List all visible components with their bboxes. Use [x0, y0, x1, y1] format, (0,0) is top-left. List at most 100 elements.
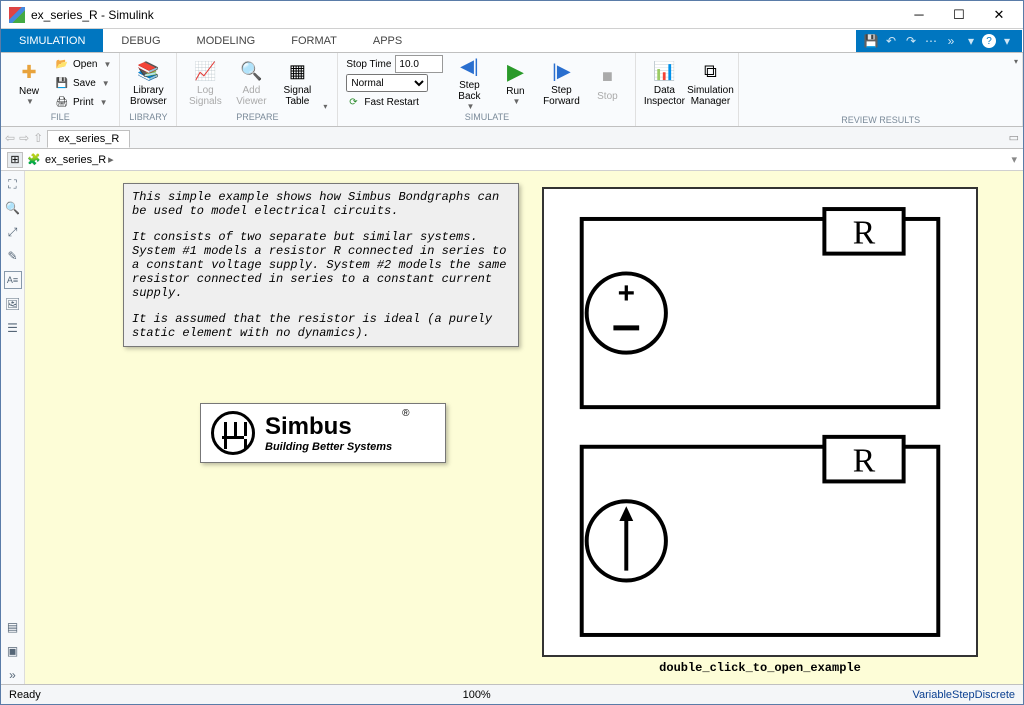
- run-button[interactable]: ▶ Run ▼: [493, 55, 537, 111]
- stop-icon: ■: [595, 65, 619, 89]
- group-review: 📊 Data Inspector ⧉ Simulation Manager .: [636, 53, 739, 126]
- hide-explorer-icon[interactable]: ⊞: [7, 152, 23, 168]
- diagram-caption: double_click_to_open_example: [542, 661, 978, 675]
- annotation-p1: This simple example shows how Simbus Bon…: [132, 190, 510, 218]
- status-bar: Ready 100% VariableStepDiscrete: [1, 684, 1023, 704]
- group-file: ✚ New ▼ 📂Open▼ 💾Save▼ 🖨Print▼ FILE: [1, 53, 120, 126]
- ribbon-tabs: SIMULATION DEBUG MODELING FORMAT APPS 💾 …: [1, 29, 1023, 53]
- new-button[interactable]: ✚ New ▼: [7, 55, 51, 111]
- step-back-button[interactable]: ◀| Step Back ▼: [447, 55, 491, 111]
- save-icon[interactable]: 💾: [862, 32, 880, 50]
- group-prepare: 📈 Log Signals 🔍 Add Viewer ▦ Signal Tabl…: [177, 53, 338, 126]
- tab-format[interactable]: FORMAT: [273, 29, 355, 52]
- save-file-icon: 💾: [55, 76, 69, 90]
- window-controls: ─ ☐ ✕: [899, 2, 1019, 28]
- simbus-logo-tagline: Building Better Systems: [265, 441, 392, 453]
- step-back-icon: ◀|: [457, 55, 481, 78]
- viewmark-icon[interactable]: ☰: [4, 319, 22, 337]
- model-browser-icon[interactable]: ▤: [4, 618, 22, 636]
- qat-icon[interactable]: ⋯: [922, 32, 940, 50]
- area-tool-icon[interactable]: A≡: [4, 271, 22, 289]
- simbus-logo-name: Simbus: [265, 413, 392, 441]
- print-button[interactable]: 🖨Print▼: [53, 93, 113, 111]
- stop-time-input[interactable]: [395, 55, 443, 73]
- tab-overflow-icon[interactable]: ▭: [1009, 131, 1019, 144]
- nav-fwd-icon[interactable]: ⇨: [19, 131, 29, 145]
- nav-up-icon[interactable]: ⇧: [33, 131, 43, 145]
- open-button[interactable]: 📂Open▼: [53, 55, 113, 73]
- sim-manager-icon: ⧉: [698, 59, 722, 83]
- fit-to-view-icon[interactable]: ⤢: [4, 223, 22, 241]
- run-icon: ▶: [503, 60, 527, 84]
- save-button[interactable]: 💾Save▼: [53, 74, 113, 92]
- canvas-palette: ⛶ 🔍 ⤢ ✎ A≡ 🖼 ☰ ▤ ▣ »: [1, 171, 25, 684]
- annotation-p2: It consists of two separate but similar …: [132, 230, 510, 300]
- minimize-button[interactable]: ─: [899, 2, 939, 28]
- undo-icon[interactable]: ↶: [882, 32, 900, 50]
- sim-mode-select[interactable]: Normal: [346, 74, 428, 92]
- group-library: 📚 Library Browser LIBRARY: [120, 53, 177, 126]
- resistor-label-1: R: [853, 215, 876, 252]
- data-inspector-icon: 📊: [652, 59, 676, 83]
- add-viewer-button[interactable]: 🔍 Add Viewer: [229, 55, 273, 111]
- model-canvas[interactable]: This simple example shows how Simbus Bon…: [25, 171, 1023, 684]
- tab-apps[interactable]: APPS: [355, 29, 420, 52]
- model-tab[interactable]: ex_series_R: [47, 130, 130, 148]
- log-signals-button[interactable]: 📈 Log Signals: [183, 55, 227, 111]
- library-browser-button[interactable]: 📚 Library Browser: [126, 55, 170, 111]
- property-inspector-icon[interactable]: ▣: [4, 642, 22, 660]
- step-forward-button[interactable]: |▶ Step Forward: [539, 55, 583, 111]
- maximize-button[interactable]: ☐: [939, 2, 979, 28]
- stop-button[interactable]: ■ Stop: [585, 55, 629, 111]
- annotation-p3: It is assumed that the resistor is ideal…: [132, 312, 510, 340]
- simbus-mark-icon: [211, 411, 255, 455]
- viewer-icon: 🔍: [239, 59, 263, 83]
- prepare-expand-icon[interactable]: ▾: [323, 102, 327, 111]
- zoom-icon[interactable]: 🔍: [4, 199, 22, 217]
- signal-table-button[interactable]: ▦ Signal Table: [275, 55, 319, 111]
- circuit-diagram-block[interactable]: R + R: [542, 187, 978, 657]
- annotation-text-block[interactable]: This simple example shows how Simbus Bon…: [123, 183, 519, 347]
- review-expand-icon[interactable]: ▾: [1014, 57, 1018, 66]
- nav-back-icon[interactable]: ⇦: [5, 131, 15, 145]
- breadcrumb-menu-icon[interactable]: ▾: [1011, 153, 1017, 166]
- data-inspector-button[interactable]: 📊 Data Inspector: [642, 55, 686, 111]
- signal-table-icon: ▦: [285, 59, 309, 83]
- app-icon: [9, 7, 25, 23]
- annotation-tool-icon[interactable]: ✎: [4, 247, 22, 265]
- image-tool-icon[interactable]: 🖼: [4, 295, 22, 313]
- breadcrumb-root[interactable]: ex_series_R: [45, 154, 106, 166]
- more-icon[interactable]: ▾: [998, 32, 1016, 50]
- simulation-manager-button[interactable]: ⧉ Simulation Manager: [688, 55, 732, 111]
- stop-time-label: Stop Time: [346, 59, 391, 70]
- tab-simulation[interactable]: SIMULATION: [1, 29, 103, 52]
- tab-modeling[interactable]: MODELING: [179, 29, 274, 52]
- close-button[interactable]: ✕: [979, 2, 1019, 28]
- status-solver[interactable]: VariableStepDiscrete: [913, 689, 1016, 701]
- fast-restart-button[interactable]: ⟳Fast Restart: [344, 93, 445, 111]
- zoom-fit-icon[interactable]: ⛶: [4, 175, 22, 193]
- window-title: ex_series_R - Simulink: [31, 8, 899, 22]
- quick-access-toolbar: 💾 ↶ ↷ ⋯ » ▾ ? ▾: [856, 30, 1022, 52]
- registered-mark: ®: [402, 408, 409, 419]
- model-tab-bar: ⇦ ⇨ ⇧ ex_series_R ▭: [1, 127, 1023, 149]
- dropdown-icon[interactable]: ▾: [962, 32, 980, 50]
- svg-text:+: +: [618, 277, 635, 310]
- app-window: ex_series_R - Simulink ─ ☐ ✕ SIMULATION …: [0, 0, 1024, 705]
- help-icon[interactable]: ?: [982, 34, 996, 48]
- simbus-logo-block[interactable]: Simbus Building Better Systems ®: [200, 403, 446, 463]
- status-zoom[interactable]: 100%: [463, 689, 491, 701]
- fast-restart-icon: ⟳: [346, 95, 360, 109]
- resistor-label-2: R: [853, 443, 876, 480]
- expand-icon[interactable]: »: [942, 32, 960, 50]
- breadcrumb-arrow-icon[interactable]: ▸: [108, 153, 114, 166]
- print-icon: 🖨: [55, 95, 69, 109]
- tab-debug[interactable]: DEBUG: [103, 29, 178, 52]
- main-area: ⛶ 🔍 ⤢ ✎ A≡ 🖼 ☰ ▤ ▣ » This simple example…: [1, 171, 1023, 684]
- open-icon: 📂: [55, 57, 69, 71]
- library-icon: 📚: [136, 59, 160, 83]
- redo-icon[interactable]: ↷: [902, 32, 920, 50]
- collapse-palette-icon[interactable]: »: [4, 666, 22, 684]
- log-signals-icon: 📈: [193, 59, 217, 83]
- group-simulate: Stop Time Normal ⟳Fast Restart ◀| Step B…: [338, 53, 636, 126]
